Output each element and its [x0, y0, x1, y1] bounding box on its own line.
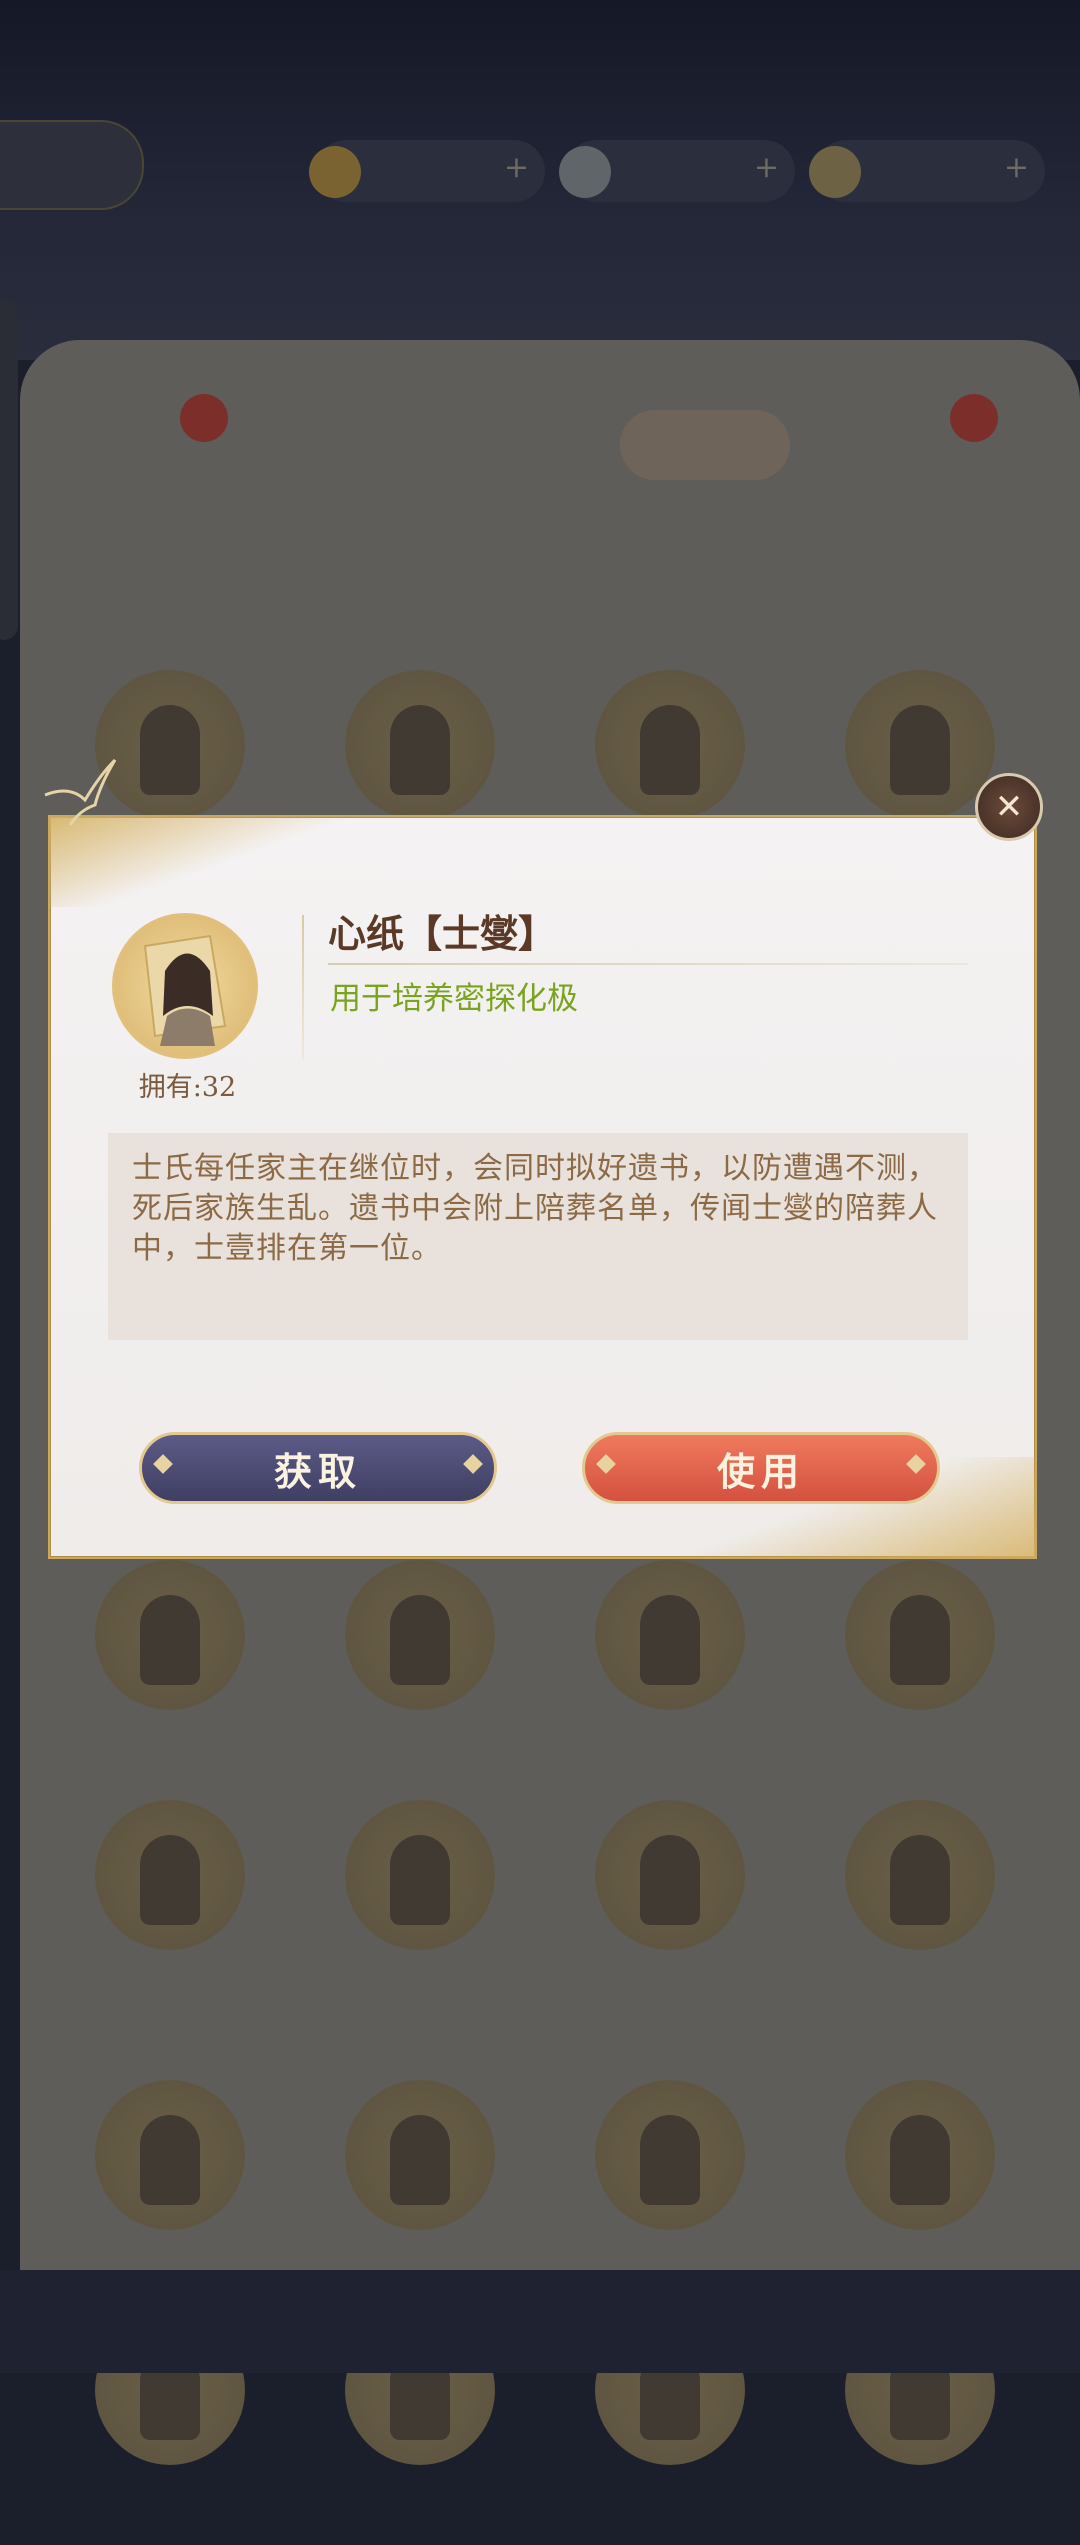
tab-3[interactable] [410, 410, 580, 480]
owned-count: 拥有:32 [138, 1072, 237, 1103]
item-portrait [345, 1800, 495, 1950]
notification-badge [180, 394, 228, 442]
item-portrait [595, 2080, 745, 2230]
close-button[interactable]: ✕ [975, 773, 1043, 841]
inventory-item[interactable] [560, 1560, 760, 1790]
item-portrait [95, 1800, 245, 1950]
inventory-item[interactable] [560, 1800, 760, 2030]
silver-orb-icon [559, 146, 611, 198]
item-portrait [595, 670, 745, 820]
notification-badge [950, 394, 998, 442]
item-portrait [845, 2080, 995, 2230]
item-portrait [595, 1560, 745, 1710]
inventory-item[interactable] [310, 1800, 510, 2030]
resource-silver[interactable]: + [559, 140, 795, 202]
item-portrait [95, 2080, 245, 2230]
get-button-label: 获取 [273, 1448, 362, 1494]
tab-1[interactable] [80, 394, 250, 480]
inventory-tabs [40, 394, 1060, 480]
diamond-ornament-icon [153, 1454, 173, 1474]
side-drawer-handle[interactable] [0, 300, 18, 640]
item-portrait [845, 1800, 995, 1950]
item-usage: 用于培养密探化极 [330, 981, 578, 1017]
item-description: 士氏每任家主在继位时，会同时拟好遗书，以防遭遇不测，死后家族生乱。遗书中会附上陪… [132, 1151, 938, 1266]
item-portrait [845, 670, 995, 820]
gold-coin-icon [309, 146, 361, 198]
plus-icon[interactable]: + [754, 150, 779, 185]
inventory-item[interactable] [60, 1800, 260, 2030]
resource-bar: + + + [0, 120, 1080, 230]
use-button[interactable]: 使用 [582, 1432, 940, 1504]
item-portrait-icon [112, 913, 258, 1059]
diamond-ornament-icon [906, 1454, 926, 1474]
plus-icon[interactable]: + [504, 150, 529, 185]
crane-ornament-icon [44, 758, 117, 826]
item-portrait [345, 2080, 495, 2230]
inventory-item[interactable] [810, 1560, 1010, 1790]
inventory-item[interactable] [810, 1800, 1010, 2030]
item-portrait [95, 1560, 245, 1710]
resource-gold[interactable]: + [309, 140, 545, 202]
item-portrait [345, 670, 495, 820]
ingot-icon [809, 146, 861, 198]
tab-4-active[interactable] [620, 410, 790, 480]
inventory-item[interactable] [60, 1560, 260, 1790]
tab-2[interactable] [240, 410, 410, 480]
resource-ingot[interactable]: + [809, 140, 1045, 202]
diamond-ornament-icon [596, 1454, 616, 1474]
tab-5[interactable] [850, 394, 1020, 480]
diamond-ornament-icon [463, 1454, 483, 1474]
bottom-bar [0, 2270, 1080, 2373]
divider [302, 915, 304, 1060]
back-button[interactable] [0, 120, 144, 210]
close-icon: ✕ [994, 787, 1024, 827]
plus-icon[interactable]: + [1004, 150, 1029, 185]
item-name: 心纸【士燮】 [328, 911, 557, 956]
character-portrait-icon [143, 934, 227, 1046]
inventory-item[interactable] [310, 1560, 510, 1790]
item-portrait [345, 1560, 495, 1710]
item-portrait [845, 1560, 995, 1710]
use-button-label: 使用 [716, 1448, 805, 1494]
description-box: 士氏每任家主在继位时，会同时拟好遗书，以防遭遇不测，死后家族生乱。遗书中会附上陪… [108, 1133, 968, 1340]
divider [328, 963, 968, 965]
get-button[interactable]: 获取 [139, 1432, 497, 1504]
item-portrait [595, 1800, 745, 1950]
